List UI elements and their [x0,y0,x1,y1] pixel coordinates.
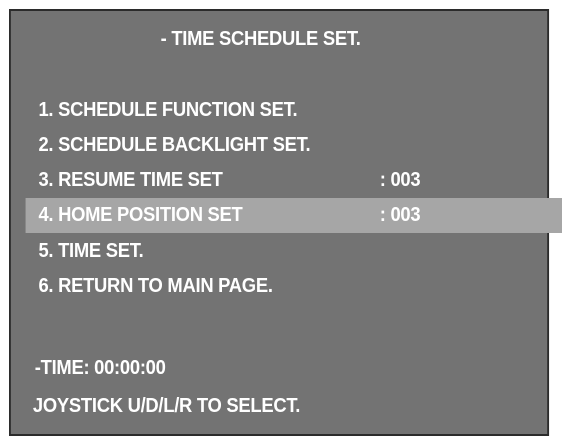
menu-title: - TIME SCHEDULE SET. [160,28,361,50]
menu-item-value: : 003 [379,169,421,191]
osd-screen: - TIME SCHEDULE SET. 1. SCHEDULE FUNCTIO… [9,9,562,436]
menu-item-label: 2. SCHEDULE BACKLIGHT SET. [38,134,311,156]
menu-item-resume-time[interactable]: 3. RESUME TIME SET : 003 [26,163,562,198]
menu-item-schedule-backlight[interactable]: 2. SCHEDULE BACKLIGHT SET. [26,128,562,163]
joystick-hint: JOYSTICK U/D/L/R TO SELECT. [32,395,301,417]
menu-item-label: 4. HOME POSITION SET [38,204,243,226]
menu-item-time-set[interactable]: 5. TIME SET. [26,234,562,269]
menu-item-schedule-function[interactable]: 1. SCHEDULE FUNCTION SET. [26,93,562,128]
menu-item-label: 1. SCHEDULE FUNCTION SET. [38,99,298,121]
menu-item-label: 3. RESUME TIME SET [38,169,223,191]
menu-item-value: : 003 [379,204,421,226]
current-time-readout: -TIME: 00:00:00 [34,357,166,379]
menu-item-return-main[interactable]: 6. RETURN TO MAIN PAGE. [26,269,562,304]
menu-item-home-position[interactable]: 4. HOME POSITION SET : 003 [25,198,562,233]
menu-item-label: 5. TIME SET. [38,240,144,262]
menu-item-label: 6. RETURN TO MAIN PAGE. [38,275,273,297]
